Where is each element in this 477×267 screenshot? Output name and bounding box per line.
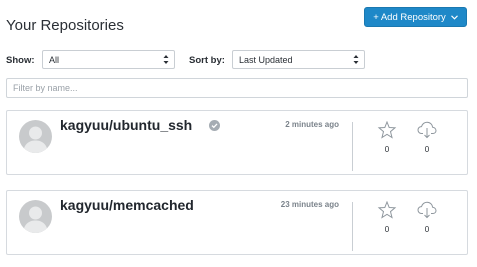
star-icon[interactable] <box>377 121 397 139</box>
stats-divider <box>352 202 353 251</box>
last-updated: 23 minutes ago <box>280 200 339 209</box>
chevron-down-icon <box>450 14 458 20</box>
pull-count: 0 <box>424 145 430 154</box>
page-title: Your Repositories <box>6 17 124 34</box>
star-count: 0 <box>384 225 390 234</box>
show-select[interactable]: All <box>42 50 175 69</box>
show-select-value: All <box>49 54 60 65</box>
verified-check-icon <box>209 120 220 131</box>
sort-select[interactable]: Last Updated <box>232 50 365 69</box>
user-silhouette-icon <box>23 206 48 233</box>
repository-name[interactable]: kagyuu/ubuntu_ssh <box>60 117 192 133</box>
select-arrows-icon <box>353 55 359 64</box>
cloud-download-icon[interactable] <box>417 121 437 139</box>
filter-by-name-input[interactable] <box>6 78 468 98</box>
pull-count: 0 <box>424 225 430 234</box>
star-icon[interactable] <box>377 201 397 219</box>
sort-select-value: Last Updated <box>239 54 293 65</box>
cloud-download-icon[interactable] <box>417 201 437 219</box>
avatar <box>19 120 52 153</box>
last-updated: 2 minutes ago <box>285 120 339 129</box>
star-count: 0 <box>384 145 390 154</box>
repository-card[interactable]: kagyuu/memcached 23 minutes ago 0 0 <box>6 190 468 255</box>
repository-name[interactable]: kagyuu/memcached <box>60 197 194 213</box>
user-silhouette-icon <box>23 126 48 153</box>
avatar <box>19 200 52 233</box>
add-repository-button[interactable]: + Add Repository <box>364 7 467 27</box>
add-repository-label: + Add Repository <box>373 11 446 23</box>
repository-card[interactable]: kagyuu/ubuntu_ssh 2 minutes ago 0 0 <box>6 110 468 175</box>
sort-label: Sort by: <box>189 55 225 66</box>
show-label: Show: <box>6 55 35 66</box>
select-arrows-icon <box>163 55 169 64</box>
stats-divider <box>352 122 353 171</box>
